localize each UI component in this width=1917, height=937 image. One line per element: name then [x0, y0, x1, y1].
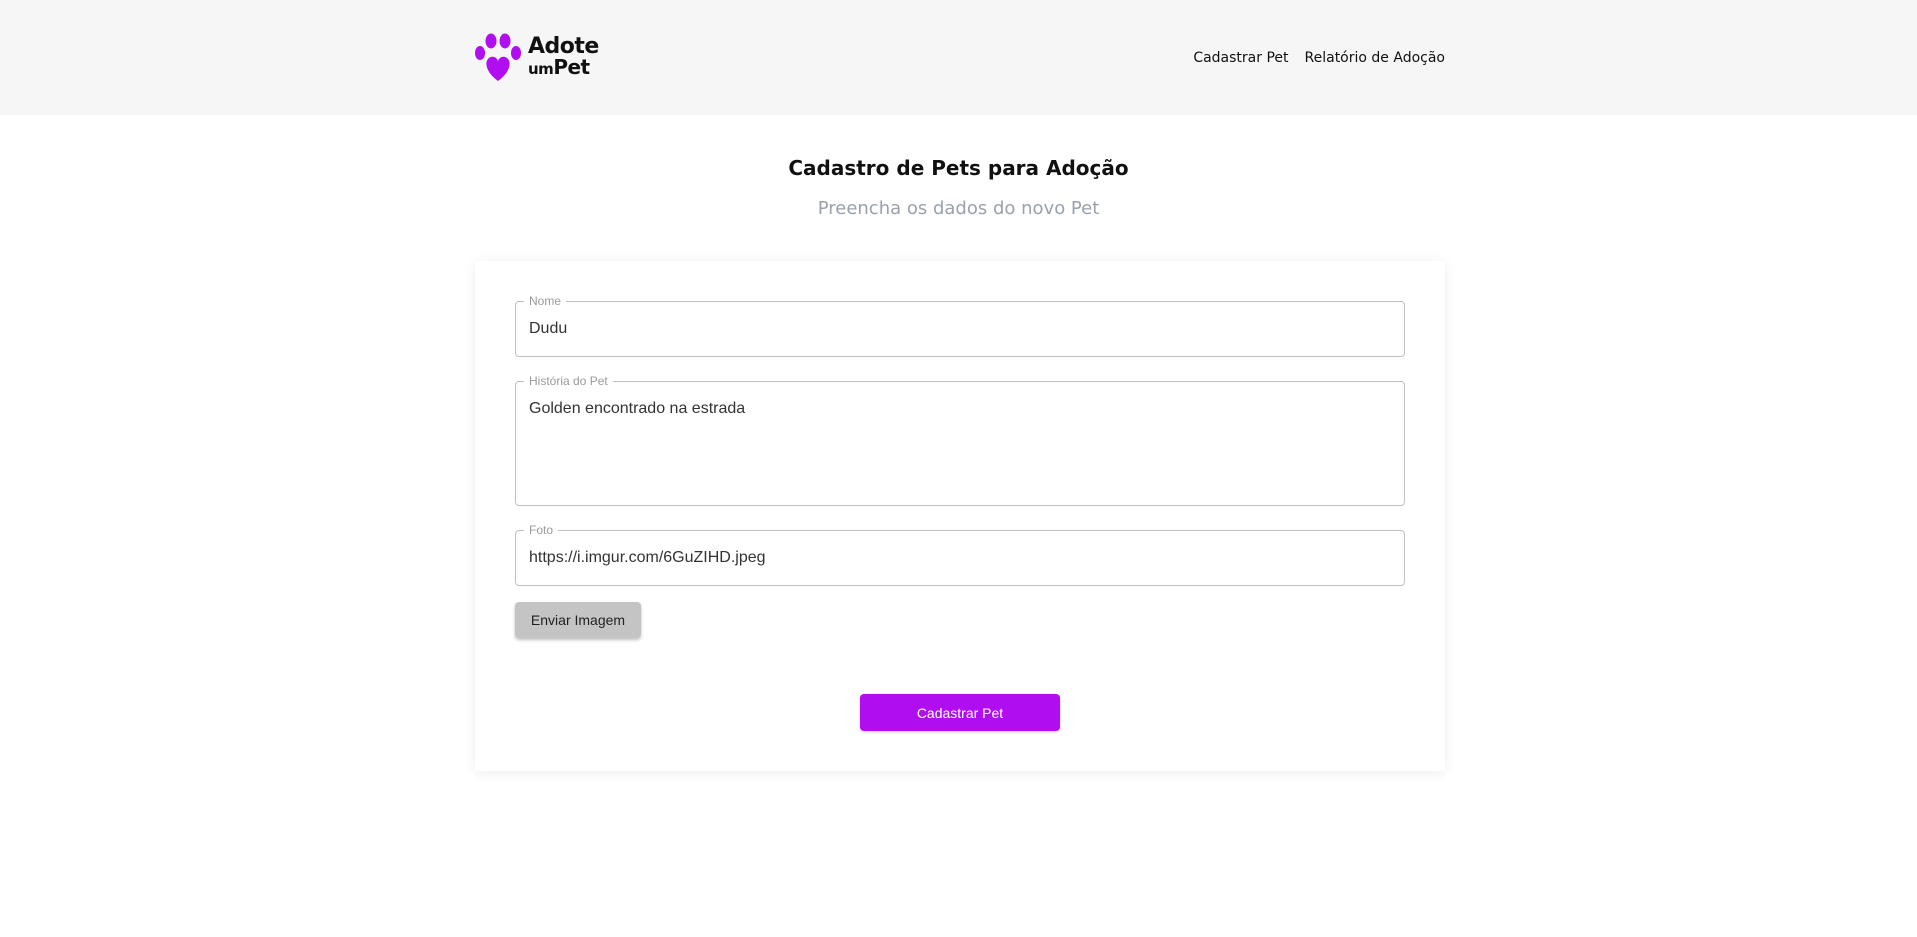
- historia-textarea[interactable]: Golden encontrado na estrada: [529, 399, 1391, 479]
- pet-form-card: Nome História do Pet Golden encontrado n…: [475, 261, 1445, 771]
- page-title: Cadastro de Pets para Adoção: [788, 156, 1129, 180]
- header: Adote umPet Cadastrar Pet Relatório de A…: [0, 0, 1917, 115]
- foto-input[interactable]: [529, 531, 1391, 585]
- submit-pet-button[interactable]: Cadastrar Pet: [860, 694, 1060, 731]
- foto-field: Foto: [515, 523, 1405, 586]
- historia-field: História do Pet Golden encontrado na est…: [515, 374, 1405, 506]
- top-nav: Cadastrar Pet Relatório de Adoção: [1193, 50, 1445, 66]
- logo-line1: Adote: [528, 34, 599, 59]
- logo-line2-small: um: [528, 60, 554, 78]
- upload-image-button[interactable]: Enviar Imagem: [515, 602, 641, 638]
- nav-relatorio-adocao[interactable]: Relatório de Adoção: [1305, 50, 1445, 66]
- historia-label: História do Pet: [524, 374, 613, 388]
- logo-link[interactable]: Adote umPet: [474, 33, 604, 83]
- logo-line2: umPet: [528, 57, 599, 79]
- page-subtitle: Preencha os dados do novo Pet: [817, 198, 1100, 219]
- nav-cadastrar-pet[interactable]: Cadastrar Pet: [1193, 50, 1288, 66]
- logo-line2-big: Pet: [553, 55, 590, 79]
- paw-heart-icon: [475, 33, 521, 81]
- nome-input[interactable]: [529, 302, 1391, 356]
- nome-field: Nome: [515, 294, 1405, 357]
- logo-text: Adote umPet: [528, 34, 599, 79]
